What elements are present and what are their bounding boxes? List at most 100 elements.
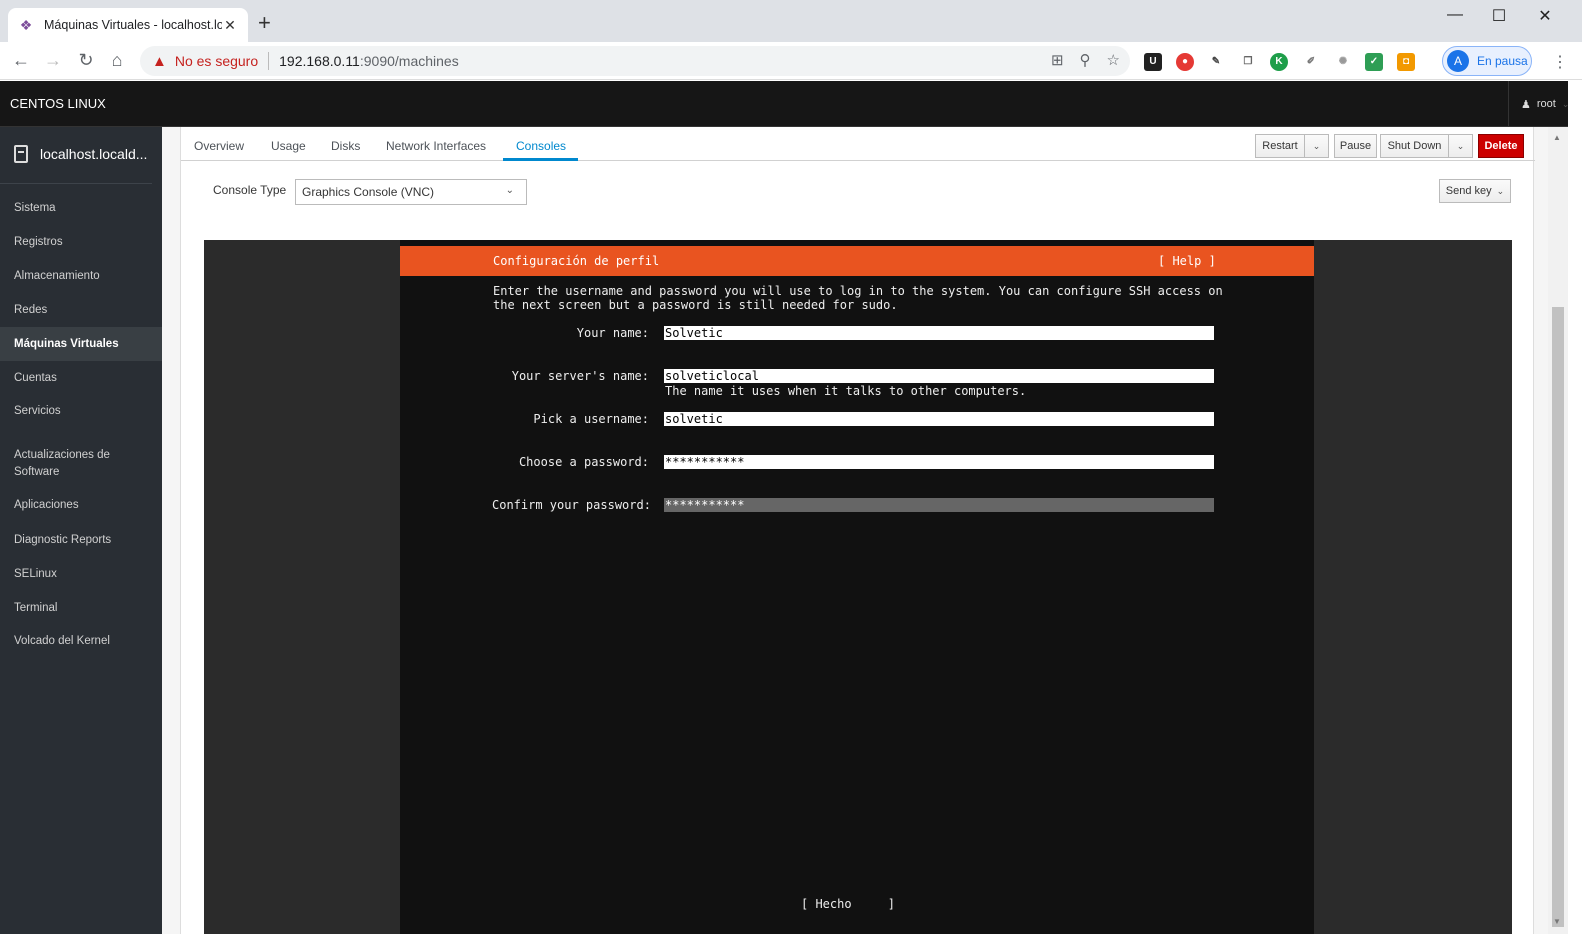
zoom-icon[interactable]: ⚲ — [1080, 51, 1091, 69]
vnc-screen[interactable]: Configuración de perfil [ Help ] Enter t… — [400, 240, 1314, 934]
restart-button[interactable]: Restart — [1255, 134, 1305, 158]
console-type-value: Graphics Console (VNC) — [302, 185, 435, 199]
pen-extension-icon[interactable]: ✎ — [1207, 53, 1225, 71]
sidebar-item-servicios[interactable]: Servicios — [0, 403, 162, 420]
url-text[interactable]: 192.168.0.11:9090/machines — [279, 53, 459, 69]
dropper-extension-icon[interactable]: ✐ — [1302, 53, 1320, 71]
active-tab-indicator — [503, 158, 578, 161]
browser-toolbar: ← → ↻ ⌂ ▲ No es seguro 192.168.0.11:9090… — [0, 42, 1582, 80]
pause-button[interactable]: Pause — [1334, 134, 1377, 158]
maximize-icon[interactable]: ☐ — [1476, 6, 1522, 26]
bulb-extension-icon[interactable]: ✺ — [1334, 53, 1352, 71]
sidebar-item-aplicaciones[interactable]: Aplicaciones — [0, 497, 162, 514]
forward-icon[interactable]: → — [42, 50, 64, 70]
sidebar: localhost.locald... Sistema Registros Al… — [0, 127, 162, 934]
back-icon[interactable]: ← — [10, 50, 32, 70]
reload-icon[interactable]: ↻ — [75, 50, 97, 70]
delete-button[interactable]: Delete — [1478, 134, 1524, 158]
scrollbar-thumb[interactable] — [1552, 307, 1564, 927]
cockpit-header: CENTOS LINUX ♟ root ⌄ — [0, 81, 1582, 127]
profile-label: En pausa — [1477, 54, 1528, 68]
vnc-console[interactable]: Configuración de perfil [ Help ] Enter t… — [204, 240, 1512, 934]
tab-consoles[interactable]: Consoles — [516, 139, 566, 153]
shield-extension-icon[interactable]: ✓ — [1365, 53, 1383, 71]
home-icon[interactable]: ⌂ — [106, 50, 128, 70]
sidebar-item-registros[interactable]: Registros — [0, 234, 162, 251]
host-name: localhost.locald... — [40, 146, 148, 162]
done-button[interactable]: [ Hecho ] — [801, 897, 895, 911]
profile-button[interactable]: A En pausa — [1442, 46, 1532, 76]
browser-tab-title: Máquinas Virtuales - localhost.lo — [44, 18, 222, 32]
confirm-password-label: Confirm your password: — [492, 498, 651, 512]
shutdown-options-button[interactable]: ⌄ — [1448, 134, 1473, 158]
server-name-field[interactable]: solveticlocal — [664, 369, 1214, 383]
chevron-down-icon: ⌄ — [1456, 140, 1465, 151]
window-extension-icon[interactable]: ❐ — [1239, 53, 1257, 71]
browser-tab[interactable]: ❖ Máquinas Virtuales - localhost.lo ✕ — [8, 8, 248, 42]
window-edge — [1568, 80, 1582, 934]
console-type-select[interactable]: Graphics Console (VNC) ⌄ — [295, 179, 527, 205]
new-tab-button[interactable]: + — [258, 12, 271, 34]
sidebar-divider — [0, 183, 152, 184]
page-scrollbar[interactable]: ▲ ▼ — [1548, 127, 1568, 934]
sidebar-item-almacenamiento[interactable]: Almacenamiento — [0, 268, 162, 285]
shutdown-button[interactable]: Shut Down — [1380, 134, 1449, 158]
intro-line-1: Enter the username and password you will… — [493, 284, 1223, 298]
avatar: A — [1447, 50, 1469, 72]
close-window-icon[interactable]: ✕ — [1522, 6, 1568, 26]
installer-header: Configuración de perfil [ Help ] — [400, 246, 1314, 276]
k-extension-icon[interactable]: K — [1270, 53, 1288, 71]
translate-icon[interactable]: ⊞ — [1051, 51, 1064, 69]
browser-menu-icon[interactable]: ⋮ — [1552, 52, 1568, 72]
tab-usage[interactable]: Usage — [271, 139, 306, 153]
sidebar-item-volcado-kernel[interactable]: Volcado del Kernel — [0, 633, 162, 650]
close-tab-icon[interactable]: ✕ — [222, 17, 238, 34]
sidebar-item-actualizaciones[interactable]: Actualizaciones de Software — [0, 447, 120, 481]
scroll-down-icon[interactable]: ▼ — [1553, 917, 1561, 926]
vm-tabs: Overview Usage Disks Network Interfaces … — [181, 127, 1535, 161]
omnibox-divider — [268, 52, 270, 70]
minimize-icon[interactable]: — — [1432, 6, 1478, 24]
bag-extension-icon[interactable]: ◘ — [1397, 53, 1415, 71]
vm-card: Overview Usage Disks Network Interfaces … — [180, 127, 1535, 934]
confirm-password-field[interactable]: *********** — [664, 498, 1214, 512]
sidebar-item-cuentas[interactable]: Cuentas — [0, 370, 162, 387]
tab-disks[interactable]: Disks — [331, 139, 360, 153]
sidebar-item-redes[interactable]: Redes — [0, 302, 162, 319]
sidebar-item-diagnostic-reports[interactable]: Diagnostic Reports — [0, 532, 162, 549]
sidebar-item-maquinas-virtuales[interactable]: Máquinas Virtuales — [0, 327, 162, 361]
security-label[interactable]: No es seguro — [175, 53, 258, 69]
omnibox-actions: ⊞ ⚲ ☆ — [1051, 51, 1120, 69]
server-name-hint: The name it uses when it talks to other … — [665, 384, 1027, 398]
server-name-label: Your server's name: — [511, 369, 649, 383]
host-selector[interactable]: localhost.locald... — [14, 145, 154, 163]
sidebar-item-sistema[interactable]: Sistema — [0, 200, 162, 217]
bookmark-star-icon[interactable]: ☆ — [1107, 51, 1120, 69]
tab-overview[interactable]: Overview — [194, 139, 244, 153]
installer-intro: Enter the username and password you will… — [493, 284, 1233, 312]
installer-title: Configuración de perfil — [493, 254, 660, 268]
browser-tab-bar: ❖ Máquinas Virtuales - localhost.lo ✕ + … — [0, 0, 1582, 42]
send-key-label: Send key — [1445, 185, 1492, 197]
warning-icon: ▲ — [152, 52, 167, 70]
sidebar-item-selinux[interactable]: SELinux — [0, 566, 162, 583]
tab-network-interfaces[interactable]: Network Interfaces — [386, 139, 486, 153]
adblock-extension-icon[interactable]: ● — [1176, 53, 1194, 71]
username-label: Pick a username: — [533, 412, 649, 426]
address-bar[interactable]: ▲ No es seguro 192.168.0.11:9090/machine… — [140, 46, 1130, 76]
your-name-field[interactable]: Solvetic — [664, 326, 1214, 340]
restart-options-button[interactable]: ⌄ — [1304, 134, 1329, 158]
chevron-down-icon: ⌄ — [1312, 140, 1321, 151]
sidebar-item-terminal[interactable]: Terminal — [0, 600, 162, 617]
chevron-down-icon: ⌄ — [1496, 185, 1505, 196]
url-extension-icon[interactable]: U — [1144, 53, 1162, 71]
your-name-label: Your name: — [576, 326, 649, 340]
user-name: root — [1536, 98, 1556, 110]
chevron-down-icon: ⌄ — [505, 185, 514, 196]
scroll-up-icon[interactable]: ▲ — [1553, 133, 1561, 142]
intro-line-2: the next screen but a password is still … — [493, 298, 898, 312]
help-button[interactable]: [ Help ] — [1158, 254, 1216, 268]
send-key-button[interactable]: Send key ⌄ — [1439, 179, 1511, 203]
password-field[interactable]: *********** — [664, 455, 1214, 469]
username-field[interactable]: solvetic — [664, 412, 1214, 426]
